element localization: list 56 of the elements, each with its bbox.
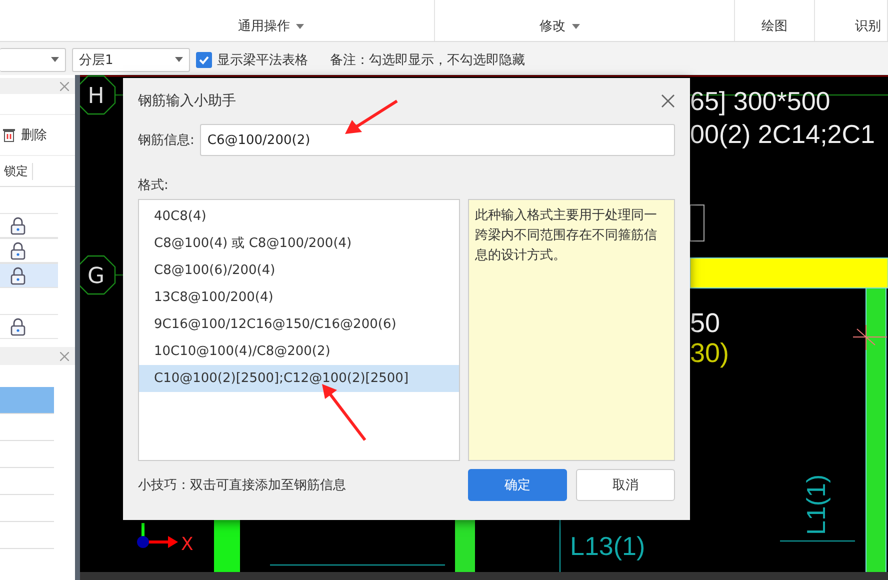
- close-icon[interactable]: [661, 94, 675, 108]
- lock-icon[interactable]: [10, 266, 26, 284]
- caret-icon: [51, 57, 59, 62]
- beam-text: 65] 300*500: [690, 86, 830, 116]
- ribbon-group-menu[interactable]: 通用操作: [238, 17, 304, 35]
- section-label: 格式:: [138, 177, 170, 195]
- lock-icon[interactable]: [10, 242, 26, 260]
- arrow-annotation: [322, 384, 366, 441]
- close-icon[interactable]: [60, 82, 69, 90]
- tip-text: 小技巧：双击可直接添加至钢筋信息: [138, 477, 347, 494]
- arrow-annotation: [345, 100, 398, 134]
- caret-icon: [572, 24, 580, 28]
- lock-icon[interactable]: [10, 216, 26, 234]
- note-text: 备注：勾选即显示，不勾选即隐藏: [330, 52, 525, 68]
- delete-button[interactable]: 删除: [0, 126, 49, 144]
- beam-label: L13(1): [570, 531, 646, 561]
- splitter-handle[interactable]: [75, 75, 80, 580]
- dialog-title: 钢筋输入小助手: [138, 92, 236, 110]
- axis-label: G: [87, 264, 105, 289]
- description-text: 此种输入格式主要用于处理同一跨梁内不同范围存在不同箍筋信息的设计方式。: [468, 199, 675, 461]
- table-row[interactable]: [0, 263, 58, 288]
- ribbon-group-menu[interactable]: 修改: [540, 17, 580, 35]
- axis-label: H: [88, 84, 104, 109]
- outline-box: [690, 204, 704, 242]
- lock-icon[interactable]: [10, 318, 26, 336]
- field-label: 钢筋信息:: [138, 132, 194, 149]
- format-item[interactable]: C8@100(6)/200(4): [139, 257, 459, 284]
- beam-label: L1(1): [801, 474, 831, 535]
- ribbon-group-menu[interactable]: 识别: [855, 17, 881, 35]
- column-header: 锁定: [0, 162, 33, 180]
- format-item[interactable]: 40C8(4): [139, 203, 459, 230]
- ok-button[interactable]: 确定: [468, 469, 567, 501]
- format-item[interactable]: C10@100(2)[2500];C12@100(2)[2500]: [139, 365, 459, 392]
- dimension-text: 30): [690, 338, 730, 368]
- beam-text: 00(2) 2C14;2C1: [690, 119, 875, 149]
- format-item[interactable]: 10C10@100(4)/C8@200(2): [139, 338, 459, 365]
- cancel-button[interactable]: 取消: [576, 469, 675, 501]
- check-icon: [198, 54, 210, 66]
- cross-mark: [852, 324, 888, 350]
- checkbox[interactable]: [196, 52, 212, 68]
- trash-icon: [2, 127, 16, 143]
- axis-icon: [137, 523, 178, 548]
- caret-icon: [296, 24, 304, 28]
- rebar-info-field[interactable]: C6@100/200(2): [200, 124, 675, 156]
- table-row[interactable]: [0, 314, 58, 339]
- format-item[interactable]: 9C16@100/12C16@150/C16@200(6): [139, 311, 459, 338]
- checkbox-label: 显示梁平法表格: [217, 52, 308, 68]
- close-icon[interactable]: [60, 352, 69, 360]
- ribbon-group-menu[interactable]: 绘图: [762, 17, 788, 35]
- format-item[interactable]: C8@100(4) 或 C8@100/200(4): [139, 230, 459, 257]
- axis-x-label: X: [181, 534, 194, 555]
- table-row[interactable]: [0, 213, 58, 238]
- floor-dropdown[interactable]: 分层1: [72, 48, 190, 72]
- caret-icon: [175, 57, 183, 62]
- format-item[interactable]: 13C8@100/200(4): [139, 284, 459, 311]
- dimension-text: 50: [690, 308, 720, 338]
